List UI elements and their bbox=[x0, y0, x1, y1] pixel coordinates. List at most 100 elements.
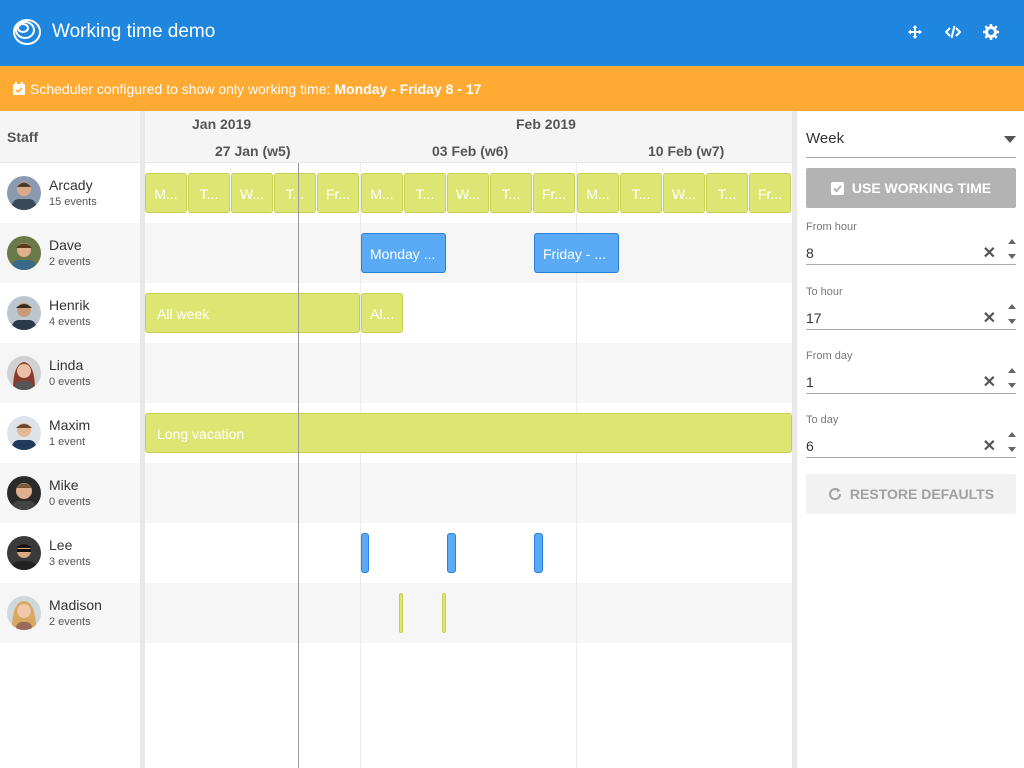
app-header: Working time demo bbox=[0, 0, 1024, 66]
settings-panel: Week USE WORKING TIME From hour ✕ To hou… bbox=[797, 111, 1024, 768]
staff-row[interactable]: Linda 0 events bbox=[0, 343, 140, 403]
week-label: 10 Feb (w7) bbox=[648, 143, 725, 159]
event-bar[interactable]: T... bbox=[706, 173, 748, 213]
refresh-icon bbox=[828, 488, 841, 501]
event-bar[interactable]: W... bbox=[447, 173, 489, 213]
from-hour-field: From hour ✕ bbox=[806, 221, 1016, 281]
staff-name: Lee bbox=[49, 537, 73, 553]
event-bar[interactable]: T... bbox=[274, 173, 316, 213]
spin-up-icon[interactable] bbox=[1008, 304, 1016, 309]
staff-row[interactable]: Arcady 15 events bbox=[0, 163, 140, 223]
staff-event-count: 0 events bbox=[49, 496, 91, 508]
logo-icon bbox=[13, 19, 41, 45]
timeline-body[interactable]: M... T... W... T... Fr... M... T... W...… bbox=[145, 163, 792, 768]
staff-event-count: 4 events bbox=[49, 316, 91, 328]
event-bar[interactable]: Fr... bbox=[317, 173, 359, 213]
settings-icon[interactable] bbox=[983, 24, 999, 40]
event-bar[interactable]: T... bbox=[404, 173, 446, 213]
event-bar[interactable]: Fr... bbox=[749, 173, 791, 213]
clear-icon[interactable]: ✕ bbox=[983, 243, 996, 263]
event-bar[interactable] bbox=[442, 593, 446, 633]
staff-name: Dave bbox=[49, 237, 82, 253]
spin-up-icon[interactable] bbox=[1008, 239, 1016, 244]
field-label: From day bbox=[806, 350, 853, 362]
staff-event-count: 2 events bbox=[49, 616, 91, 628]
staff-header[interactable]: Staff bbox=[0, 111, 140, 163]
timeline-row[interactable] bbox=[145, 223, 792, 283]
staff-row[interactable]: Maxim 1 event bbox=[0, 403, 140, 463]
event-bar[interactable] bbox=[447, 533, 456, 573]
timeline[interactable]: Jan 2019 Feb 2019 27 Jan (w5) 03 Feb (w6… bbox=[145, 111, 792, 768]
event-bar[interactable] bbox=[361, 533, 369, 573]
event-bar[interactable]: Long vacation bbox=[145, 413, 792, 453]
avatar bbox=[7, 416, 41, 450]
clear-icon[interactable]: ✕ bbox=[983, 372, 996, 392]
fullscreen-icon[interactable] bbox=[907, 24, 923, 40]
spin-down-icon[interactable] bbox=[1008, 447, 1016, 452]
use-working-time-label: USE WORKING TIME bbox=[851, 180, 992, 196]
staff-row[interactable]: Madison 2 events bbox=[0, 583, 140, 643]
to-hour-field: To hour ✕ bbox=[806, 286, 1016, 346]
chevron-down-icon[interactable] bbox=[1004, 136, 1016, 143]
info-text: Scheduler configured to show only workin… bbox=[30, 80, 331, 97]
event-bar[interactable]: W... bbox=[231, 173, 273, 213]
avatar bbox=[7, 356, 41, 390]
spin-up-icon[interactable] bbox=[1008, 368, 1016, 373]
event-bar[interactable]: Al... bbox=[361, 293, 403, 333]
event-bar[interactable] bbox=[534, 533, 543, 573]
event-bar[interactable]: M... bbox=[145, 173, 187, 213]
staff-event-count: 3 events bbox=[49, 556, 91, 568]
staff-event-count: 1 event bbox=[49, 436, 86, 448]
staff-row[interactable]: Lee 3 events bbox=[0, 523, 140, 583]
clear-icon[interactable]: ✕ bbox=[983, 308, 996, 328]
staff-name: Arcady bbox=[49, 177, 93, 193]
use-working-time-button[interactable]: USE WORKING TIME bbox=[806, 168, 1016, 208]
event-bar[interactable]: M... bbox=[577, 173, 619, 213]
code-icon[interactable] bbox=[945, 24, 961, 40]
event-bar[interactable]: T... bbox=[620, 173, 662, 213]
spin-down-icon[interactable] bbox=[1008, 319, 1016, 324]
app-title: Working time demo bbox=[52, 21, 216, 42]
staff-row[interactable]: Mike 0 events bbox=[0, 463, 140, 523]
view-preset-select[interactable]: Week bbox=[806, 123, 1016, 158]
info-highlight: Monday - Friday 8 - 17 bbox=[334, 80, 482, 97]
timeline-row[interactable] bbox=[145, 343, 792, 403]
staff-column: Staff Arcady 15 events Dave 2 events Hen… bbox=[0, 111, 140, 768]
event-bar[interactable]: M... bbox=[361, 173, 403, 213]
avatar bbox=[7, 476, 41, 510]
week-label: 03 Feb (w6) bbox=[432, 143, 509, 159]
avatar bbox=[7, 236, 41, 270]
event-bar[interactable]: All week bbox=[145, 293, 360, 333]
month-label: Jan 2019 bbox=[192, 116, 252, 132]
staff-name: Maxim bbox=[49, 417, 91, 433]
staff-event-count: 0 events bbox=[49, 376, 91, 388]
staff-name: Mike bbox=[49, 477, 79, 493]
spin-up-icon[interactable] bbox=[1008, 432, 1016, 437]
staff-event-count: 2 events bbox=[49, 256, 91, 268]
clear-icon[interactable]: ✕ bbox=[983, 436, 996, 456]
event-bar[interactable]: T... bbox=[490, 173, 532, 213]
event-bar[interactable] bbox=[399, 593, 403, 633]
event-bar[interactable]: T... bbox=[188, 173, 230, 213]
timeline-row[interactable] bbox=[145, 583, 792, 643]
staff-event-count: 15 events bbox=[49, 196, 97, 208]
staff-row[interactable]: Dave 2 events bbox=[0, 223, 140, 283]
timeline-row[interactable] bbox=[145, 463, 792, 523]
event-bar[interactable]: Friday - ... bbox=[534, 233, 619, 273]
timeline-row[interactable] bbox=[145, 523, 792, 583]
event-bar[interactable]: W... bbox=[663, 173, 705, 213]
spin-down-icon[interactable] bbox=[1008, 383, 1016, 388]
restore-defaults-button[interactable]: RESTORE DEFAULTS bbox=[806, 474, 1016, 514]
spin-down-icon[interactable] bbox=[1008, 254, 1016, 259]
checkbox-icon bbox=[830, 181, 844, 195]
staff-row[interactable]: Henrik 4 events bbox=[0, 283, 140, 343]
avatar bbox=[7, 296, 41, 330]
restore-defaults-label: RESTORE DEFAULTS bbox=[849, 486, 995, 502]
event-bar[interactable]: Monday ... bbox=[361, 233, 446, 273]
info-bar: Scheduler configured to show only workin… bbox=[0, 66, 1024, 111]
staff-name: Henrik bbox=[49, 297, 90, 313]
event-bar[interactable]: Fr... bbox=[533, 173, 575, 213]
view-preset-value: Week bbox=[806, 130, 845, 147]
month-label: Feb 2019 bbox=[516, 116, 576, 132]
staff-name: Linda bbox=[49, 357, 84, 373]
